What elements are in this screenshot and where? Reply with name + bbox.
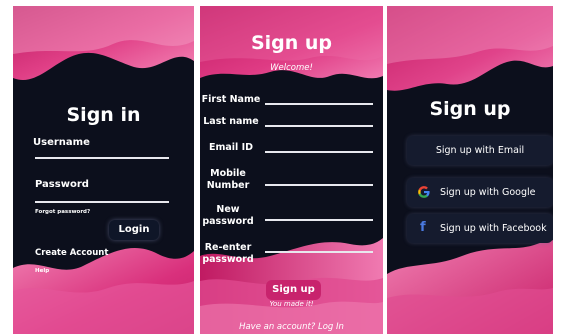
signup-facebook-label: Sign up with Facebook: [440, 223, 547, 234]
welcome-text: Welcome!: [270, 63, 313, 73]
signin-screen: Sign in Username Password Forgot passwor…: [13, 6, 194, 334]
email-id-label: Email ID: [208, 142, 254, 153]
email-id-input[interactable]: [265, 151, 373, 153]
login-prompt-link[interactable]: Have an account? Log In: [200, 322, 383, 332]
password-input[interactable]: [35, 201, 169, 203]
signup-options-title: Sign up: [429, 98, 511, 120]
mobile-number-label: Mobile Number: [206, 168, 250, 191]
reenter-password-input[interactable]: [265, 251, 373, 253]
forgot-password-link[interactable]: Forgot password?: [35, 209, 90, 215]
password-label: Password: [35, 179, 89, 190]
facebook-icon: f: [420, 220, 426, 235]
signup-google-label: Sign up with Google: [440, 187, 536, 198]
tagline-text: You made it!: [269, 300, 314, 308]
username-input[interactable]: [35, 157, 169, 159]
google-icon: [418, 186, 430, 198]
signup-email-button[interactable]: Sign up with Email: [407, 136, 553, 165]
signup-facebook-button[interactable]: f Sign up with Facebook: [407, 214, 553, 243]
last-name-input[interactable]: [265, 125, 373, 127]
new-password-label: New password: [202, 204, 254, 227]
last-name-label: Last name: [203, 116, 259, 127]
signup-google-button[interactable]: Sign up with Google: [407, 178, 553, 207]
wave-background: [387, 6, 553, 334]
mobile-number-input[interactable]: [265, 184, 373, 186]
signin-title: Sign in: [66, 104, 141, 126]
signup-button[interactable]: Sign up: [266, 280, 321, 300]
create-account-link[interactable]: Create Account: [35, 248, 108, 258]
username-label: Username: [33, 137, 90, 148]
signup-form-screen: Sign up Welcome! First Name Last name Em…: [200, 6, 383, 334]
first-name-label: First Name: [201, 94, 261, 105]
signup-email-label: Sign up with Email: [435, 145, 525, 156]
help-link[interactable]: Help: [35, 268, 49, 274]
reenter-password-label: Re-enter password: [202, 242, 254, 265]
wave-background: [13, 6, 194, 334]
new-password-input[interactable]: [265, 219, 373, 221]
first-name-input[interactable]: [265, 103, 373, 105]
signup-form-title: Sign up: [250, 32, 333, 54]
login-button[interactable]: Login: [109, 220, 159, 240]
signup-options-screen: Sign up Sign up with Email Sign up with …: [387, 6, 553, 334]
